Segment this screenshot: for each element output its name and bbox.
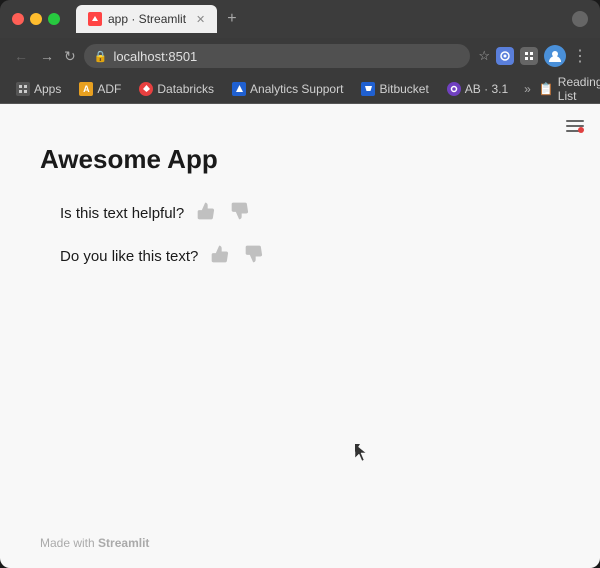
adf-bookmark-label: ADF [97, 82, 121, 96]
fullscreen-button[interactable] [48, 13, 60, 25]
databricks-bookmark-icon [139, 82, 153, 96]
apps-bookmark-label: Apps [34, 82, 61, 96]
extension-icon-2[interactable] [520, 47, 538, 65]
streamlit-tab-icon [88, 12, 102, 26]
tab-close-button[interactable]: ✕ [196, 13, 205, 26]
reading-list-bookmark[interactable]: 📋 Reading List [539, 75, 600, 103]
footer-brand-link[interactable]: Streamlit [98, 536, 149, 550]
adf-bookmark-icon: A [79, 82, 93, 96]
browser-tab-active[interactable]: app · Streamlit ✕ [76, 5, 217, 33]
address-bar-right: ☆ ⋮ [478, 45, 588, 67]
close-button[interactable] [12, 13, 24, 25]
apps-bookmark-icon [16, 82, 30, 96]
databricks-bookmark-label: Databricks [157, 82, 214, 96]
analytics-bookmark-icon [232, 82, 246, 96]
bookmark-apps[interactable]: Apps [8, 79, 69, 99]
url-text: localhost:8501 [113, 49, 197, 64]
bookmark-bitbucket[interactable]: Bitbucket [353, 79, 436, 99]
bookmarks-bar: Apps A ADF Databricks Analytics Support … [0, 74, 600, 104]
menu-notification-dot [578, 127, 584, 133]
profile-avatar[interactable] [544, 45, 566, 67]
traffic-lights [12, 13, 60, 25]
thumbs-down-button-2[interactable] [242, 242, 266, 271]
url-bar[interactable]: 🔒 localhost:8501 [84, 44, 471, 68]
browser-extension-icon [572, 11, 588, 27]
back-button[interactable]: ← [12, 48, 30, 64]
tab-bar: app · Streamlit ✕ + [76, 5, 564, 33]
bitbucket-bookmark-label: Bitbucket [379, 82, 428, 96]
analytics-bookmark-label: Analytics Support [250, 82, 343, 96]
list-item: Do you like this text? [60, 242, 560, 271]
question-1-text: Is this text helpful? [60, 205, 184, 222]
bookmark-star-icon[interactable]: ☆ [478, 48, 490, 64]
bookmark-analytics-support[interactable]: Analytics Support [224, 79, 351, 99]
ab-bookmark-label: AB · 3.1 [465, 82, 508, 96]
browser-menu-button[interactable]: ⋮ [572, 46, 588, 66]
bitbucket-bookmark-icon [361, 82, 375, 96]
reload-button[interactable]: ↻ [64, 48, 76, 65]
app-footer: Made with Streamlit [0, 526, 600, 568]
browser-window: app · Streamlit ✕ + ← → ↻ 🔒 localhost:85… [0, 0, 600, 568]
lock-icon: 🔒 [94, 50, 108, 63]
footer-made-with: Made with Streamlit [40, 536, 149, 550]
ab-bookmark-icon [447, 82, 461, 96]
new-tab-button[interactable]: + [221, 10, 242, 28]
thumbs-up-button-1[interactable] [194, 199, 218, 228]
forward-button[interactable]: → [38, 48, 56, 64]
page-content: Awesome App Is this text helpful? Do you… [0, 104, 600, 568]
tab-title: app · Streamlit [108, 12, 186, 26]
title-bar: app · Streamlit ✕ + [0, 0, 600, 38]
address-bar: ← → ↻ 🔒 localhost:8501 ☆ ⋮ [0, 38, 600, 74]
sidebar-toggle-button[interactable] [562, 116, 588, 137]
extension-icon-1[interactable] [496, 47, 514, 65]
app-main-content: Awesome App Is this text helpful? Do you… [0, 104, 600, 526]
question-2-text: Do you like this text? [60, 248, 198, 265]
reading-list-label: Reading List [558, 75, 600, 103]
list-item: Is this text helpful? [60, 199, 560, 228]
bookmarks-more-button[interactable]: » [518, 82, 537, 96]
minimize-button[interactable] [30, 13, 42, 25]
bookmark-databricks[interactable]: Databricks [131, 79, 222, 99]
bookmark-adf[interactable]: A ADF [71, 79, 129, 99]
thumbs-up-button-2[interactable] [208, 242, 232, 271]
question-list: Is this text helpful? Do you like this t… [40, 199, 560, 271]
thumbs-down-button-1[interactable] [228, 199, 252, 228]
menu-line-1 [566, 120, 584, 122]
reading-list-icon: 📋 [539, 82, 554, 96]
bookmark-ab[interactable]: AB · 3.1 [439, 79, 516, 99]
app-title: Awesome App [40, 144, 560, 175]
